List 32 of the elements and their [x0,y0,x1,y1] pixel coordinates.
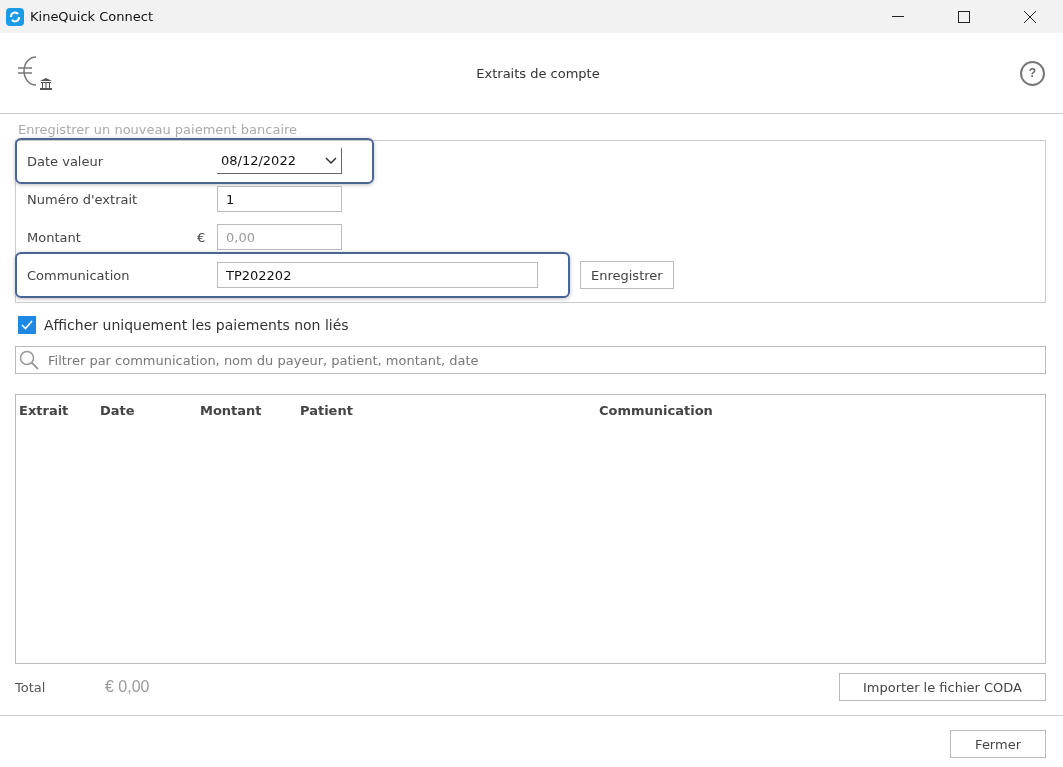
checkbox[interactable] [18,316,36,334]
section-title: Enregistrer un nouveau paiement bancaire [17,122,299,137]
column-header: Extrait [19,403,70,418]
import-button[interactable]: Importer le fichier CODA [839,673,1046,701]
page-title: Extraits de compte [475,65,601,81]
total-value: € 0,00 [105,678,151,696]
minimize-icon [892,15,904,18]
total-label: Total [15,679,47,695]
help-button[interactable]: ? [1020,60,1045,86]
app-logo-icon [6,7,24,26]
field-label: Numéro d'extrait [27,191,139,207]
currency-label: € [197,229,207,245]
input-field[interactable]: TP202202 [217,262,538,288]
checkbox-label: Afficher uniquement les paiements non liés [44,317,349,333]
chevron-down-icon [325,156,337,165]
column-header: Patient [300,403,354,418]
search-icon [19,350,39,370]
column-header: Communication [599,403,714,418]
input-field[interactable]: 1 [217,186,342,212]
column-header: Montant [200,403,263,418]
window-title: KineQuick Connect [30,9,155,24]
save-button[interactable]: Enregistrer [580,261,674,289]
search-field[interactable]: Filtrer par communication, nom du payeur, patient, montant, date [15,346,1046,374]
maximize-icon [958,10,970,23]
field-label: Communication [27,267,131,283]
input-field[interactable]: 0,00 [217,224,342,250]
date-picker[interactable]: 08/12/2022 [217,148,342,174]
field-label: Date valeur [27,153,105,169]
close-dialog-button[interactable]: Fermer [950,730,1046,758]
close-icon [1024,10,1036,23]
column-header: Date [100,403,136,418]
field-label: Montant [27,229,82,245]
